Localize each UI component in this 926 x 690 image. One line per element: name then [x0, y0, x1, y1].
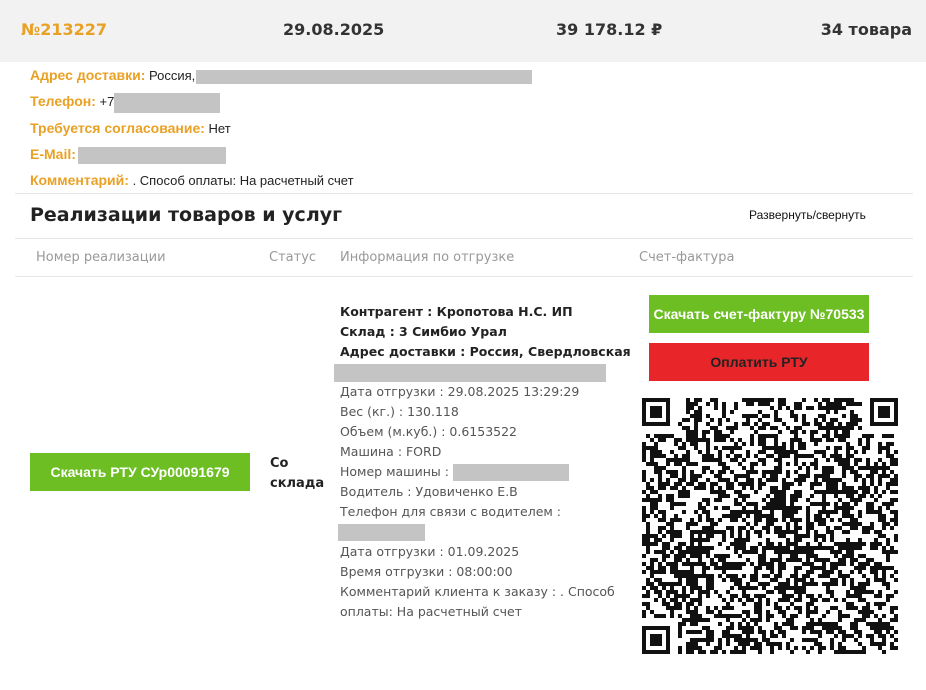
th-shipment-info: Информация по отгрузке [340, 250, 515, 265]
delivery-address-row: Адрес доставки: Россия, [30, 66, 533, 84]
phone-value: +7 [99, 94, 115, 109]
email-row: E-Mail: [30, 145, 226, 165]
weight: Вес (кг.) : 130.118 [340, 404, 459, 419]
phone-label: Телефон: [30, 93, 96, 109]
divider [15, 238, 913, 239]
th-status: Статус [269, 250, 317, 265]
divider [15, 193, 913, 194]
th-invoice: Счет-фактура [639, 250, 735, 265]
redacted-block [77, 147, 226, 165]
expand-collapse-link[interactable]: Развернуть/свернуть [749, 208, 866, 222]
approval-label: Требуется согласование: [30, 120, 205, 136]
driver: Водитель : Удовиченко Е.В [340, 484, 518, 499]
email-label: E-Mail: [30, 146, 76, 162]
approval-value: Нет [208, 121, 231, 136]
car: Машина : FORD [340, 444, 442, 459]
phone-row: Телефон: +7 [30, 92, 221, 113]
car-number-row: Номер машины : [340, 462, 569, 482]
driver-phone-label: Телефон для связи с водителем : [340, 504, 562, 519]
status-cell: Со склада [270, 454, 324, 494]
warehouse: Склад : 3 Симбио Урал [340, 324, 507, 339]
order-date: 29.08.2025 [283, 20, 385, 39]
qr-code-image [642, 398, 898, 654]
section-title: Реализации товаров и услуг [30, 204, 343, 226]
redacted-block [196, 69, 533, 84]
redacted-block [114, 92, 221, 113]
download-invoice-button[interactable]: Скачать счет-фактуру №70533 [649, 295, 869, 333]
status-line: склада [270, 476, 325, 491]
comment-value: . Способ оплаты: На расчетный счет [132, 173, 354, 188]
client-comment-line: Комментарий клиента к заказу : . Способ [340, 584, 615, 599]
divider [15, 276, 913, 277]
contractor: Контрагент : Кропотова Н.С. ИП [340, 304, 573, 319]
car-number-label: Номер машины : [340, 464, 449, 479]
pay-rtu-button[interactable]: Оплатить РТУ [649, 343, 869, 381]
ship-date: Дата отгрузки : 29.08.2025 13:29:29 [340, 384, 580, 399]
ship-time: Время отгрузки : 08:00:00 [340, 564, 513, 579]
order-header: №213227 29.08.2025 39 178.12 ₽ 34 товара [0, 0, 926, 62]
redacted-block [452, 464, 569, 481]
download-rtu-button[interactable]: Скачать РТУ СУр00091679 [30, 453, 250, 491]
order-number[interactable]: №213227 [21, 20, 107, 39]
redacted-block [334, 364, 606, 382]
ship-date-2: Дата отгрузки : 01.09.2025 [340, 544, 520, 559]
comment-label: Комментарий: [30, 172, 129, 188]
order-item-count: 34 товара [820, 20, 912, 39]
shipment-address: Адрес доставки : Россия, Свердловская [340, 344, 631, 359]
order-sum: 39 178.12 ₽ [556, 20, 663, 39]
delivery-address-label: Адрес доставки: [30, 67, 146, 83]
th-realization-number: Номер реализации [36, 250, 166, 265]
status-line: Со [270, 456, 289, 471]
approval-row: Требуется согласование: Нет [30, 119, 231, 137]
volume: Объем (м.куб.) : 0.6153522 [340, 424, 518, 439]
delivery-address-value: Россия, [149, 68, 196, 83]
redacted-block [338, 524, 425, 541]
comment-row: Комментарий: . Способ оплаты: На расчетн… [30, 171, 354, 189]
client-comment-line: оплаты: На расчетный счет [340, 604, 523, 619]
